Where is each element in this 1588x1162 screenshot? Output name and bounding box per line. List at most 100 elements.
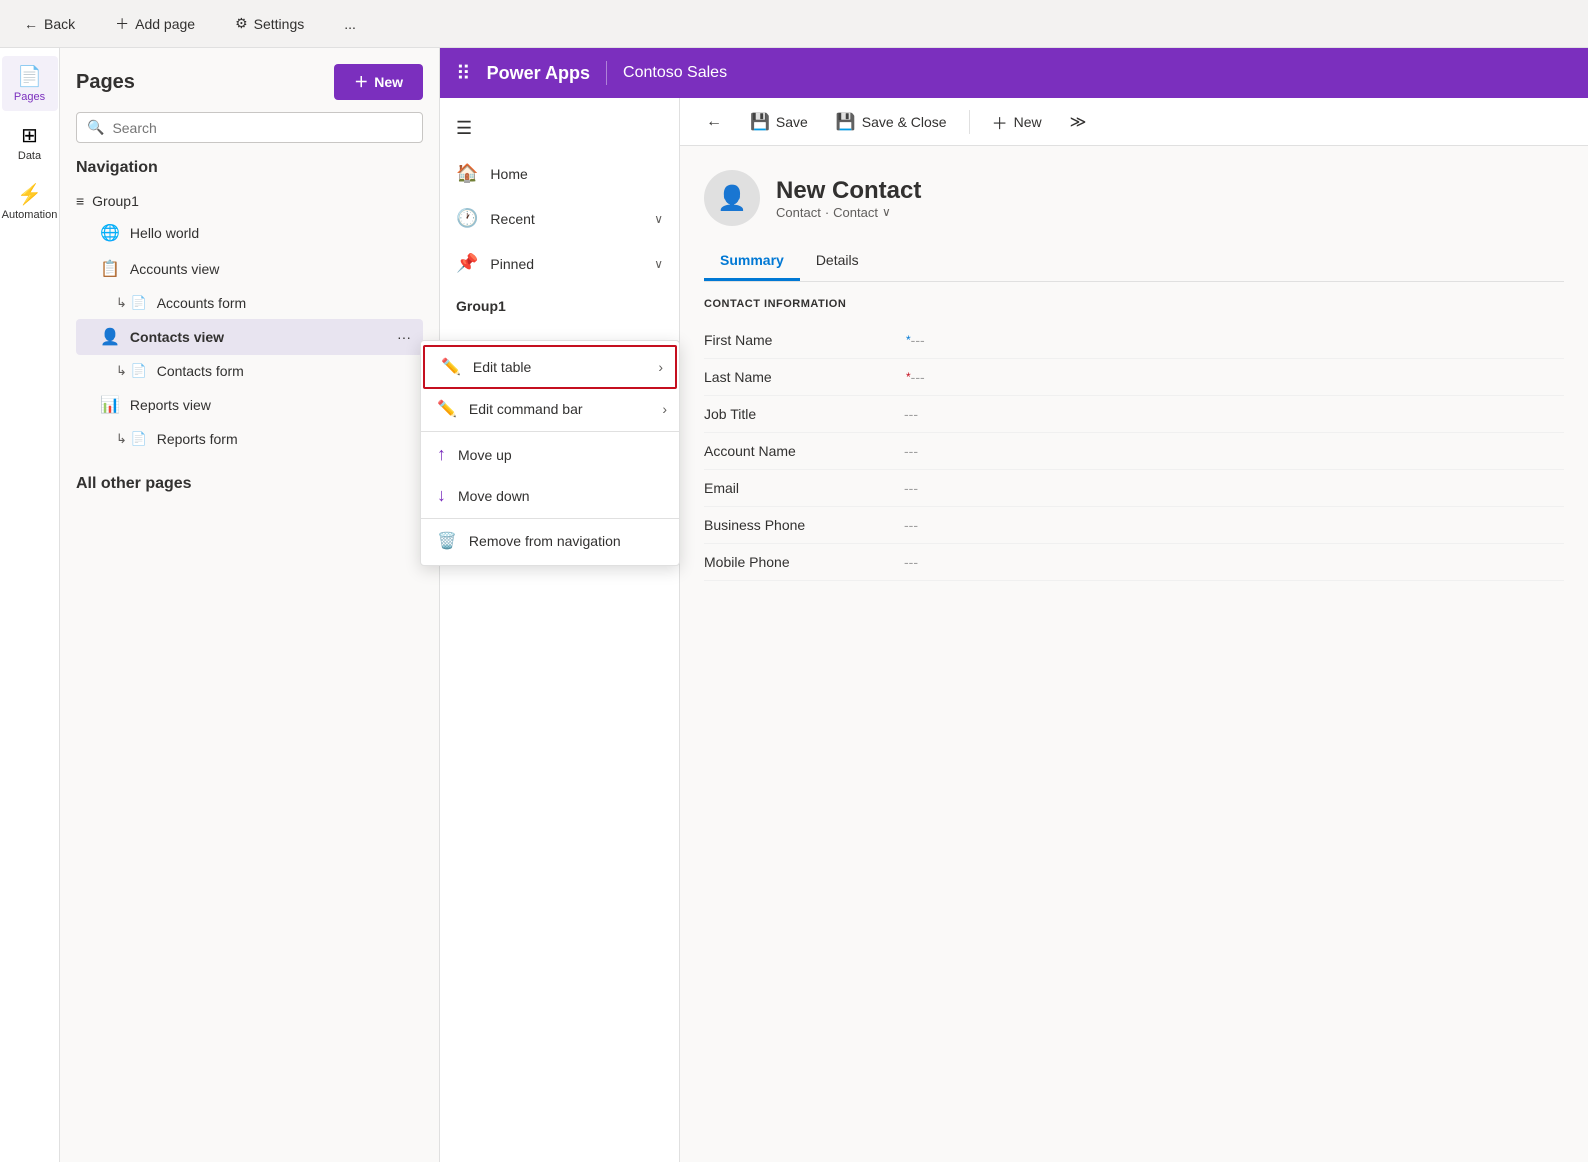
save-button[interactable]: 💾 Save: [740, 106, 818, 138]
icon-sidebar: 📄 Pages ⊞ Data ⚡ Automation: [0, 48, 60, 1162]
recent-label: Recent: [490, 211, 534, 227]
search-input[interactable]: [112, 120, 412, 136]
ctx-move-up[interactable]: ↑ Move up: [421, 434, 679, 475]
ctx-edit-table-label: Edit table: [473, 359, 531, 375]
nav-item-contacts-view[interactable]: 👤 Contacts view: [76, 319, 423, 355]
contact-sub1: Contact: [776, 205, 821, 220]
nav-item-accounts-form[interactable]: ↳ 📄 Accounts form: [76, 287, 423, 319]
pa-grid-icon: ⠿: [456, 61, 471, 86]
edit-table-icon: ✏️: [441, 357, 461, 377]
new-plus-icon: ＋: [354, 72, 368, 92]
first-name-label: First Name: [704, 332, 904, 348]
add-page-label: Add page: [135, 16, 195, 32]
ctx-move-down[interactable]: ↓ Move down: [421, 475, 679, 516]
pages-label: Pages: [14, 91, 45, 103]
mobile-phone-value[interactable]: ---: [904, 554, 1564, 570]
more-button[interactable]: ...: [336, 12, 364, 36]
pages-title: Pages: [76, 71, 135, 94]
sidebar-item-pages[interactable]: 📄 Pages: [2, 56, 58, 111]
nav-item-reports-view[interactable]: 📊 Reports view: [76, 387, 423, 423]
field-last-name: Last Name * ---: [704, 359, 1564, 396]
edit-table-arrow: ›: [658, 359, 663, 375]
edit-command-bar-icon: ✏️: [437, 399, 457, 419]
settings-button[interactable]: ⚙ Settings: [227, 11, 312, 36]
tab-summary[interactable]: Summary: [704, 242, 800, 281]
contacts-view-more-button[interactable]: ···: [389, 327, 419, 347]
save-label: Save: [776, 114, 808, 130]
accounts-view-icon: 📋: [100, 259, 120, 279]
reports-form-label: Reports form: [157, 431, 238, 447]
contact-dropdown-icon[interactable]: ∨: [882, 205, 891, 219]
app-nav-home[interactable]: 🏠 Home: [440, 151, 679, 196]
contact-dot: ·: [825, 205, 829, 220]
job-title-value[interactable]: ---: [904, 406, 1564, 422]
email-label: Email: [704, 480, 904, 496]
nav-item-accounts-view[interactable]: 📋 Accounts view: [76, 251, 423, 287]
add-page-button[interactable]: ＋ Add page: [107, 10, 203, 38]
ctx-remove-from-nav[interactable]: 🗑️ Remove from navigation: [421, 521, 679, 561]
toolbar-back-button[interactable]: ←: [696, 107, 732, 137]
business-phone-value[interactable]: ---: [904, 517, 1564, 533]
pa-divider: [606, 61, 607, 85]
back-button[interactable]: ← Back: [16, 12, 83, 36]
sidebar-item-data[interactable]: ⊞ Data: [2, 115, 58, 170]
data-label: Data: [18, 150, 41, 162]
ctx-move-up-label: Move up: [458, 447, 512, 463]
toolbar-back-icon: ←: [706, 113, 722, 131]
field-mobile-phone: Mobile Phone ---: [704, 544, 1564, 581]
navigation-title: Navigation: [76, 159, 423, 177]
pages-icon: 📄: [17, 64, 42, 89]
pinned-icon: 📌: [456, 253, 478, 274]
hamburger-button[interactable]: ☰: [440, 106, 679, 151]
contact-avatar: 👤: [704, 170, 760, 226]
nav-item-contacts-form[interactable]: ↳ 📄 Contacts form: [76, 355, 423, 387]
pages-panel: Pages ＋ New 🔍 Navigation ≡ Group1 🌐 Hell…: [60, 48, 440, 1162]
first-name-value[interactable]: ---: [911, 332, 1564, 348]
field-account-name: Account Name ---: [704, 433, 1564, 470]
save-close-icon: 💾: [836, 112, 856, 132]
contact-sub2: Contact: [833, 205, 878, 220]
new-page-button[interactable]: ＋ New: [334, 64, 423, 100]
recent-expand: Recent ∨: [490, 211, 663, 227]
email-value[interactable]: ---: [904, 480, 1564, 496]
mobile-phone-label: Mobile Phone: [704, 554, 904, 570]
ctx-separator-1: [421, 431, 679, 432]
ctx-edit-command-bar-label: Edit command bar: [469, 401, 583, 417]
contacts-view-icon: 👤: [100, 327, 120, 347]
all-other-pages-title: All other pages: [76, 475, 423, 493]
account-name-value[interactable]: ---: [904, 443, 1564, 459]
back-label: Back: [44, 16, 75, 32]
new-record-button[interactable]: ＋ New: [982, 104, 1052, 140]
account-name-label: Account Name: [704, 443, 904, 459]
toolbar-more-button[interactable]: ≫: [1060, 106, 1097, 138]
contact-info: New Contact Contact · Contact ∨: [776, 177, 921, 220]
new-record-label: New: [1014, 114, 1042, 130]
pa-site-title: Contoso Sales: [623, 64, 727, 82]
contacts-view-row: 👤 Contacts view ···: [76, 319, 423, 355]
pa-app-name: Power Apps: [487, 63, 590, 84]
sidebar-item-automation[interactable]: ⚡ Automation: [2, 174, 58, 229]
move-up-icon: ↑: [437, 444, 446, 465]
contacts-form-label: Contacts form: [157, 363, 244, 379]
reports-form-icon: ↳ 📄: [116, 431, 147, 447]
app-nav-pinned[interactable]: 📌 Pinned ∨: [440, 241, 679, 286]
tab-details[interactable]: Details: [800, 242, 875, 281]
save-close-button[interactable]: 💾 Save & Close: [826, 106, 957, 138]
accounts-form-label: Accounts form: [157, 295, 246, 311]
ctx-edit-command-bar[interactable]: ✏️ Edit command bar ›: [421, 389, 679, 429]
new-plus-icon: ＋: [992, 110, 1008, 134]
last-name-value[interactable]: ---: [911, 369, 1564, 385]
ctx-edit-table[interactable]: ✏️ Edit table ›: [423, 345, 677, 389]
pages-header: Pages ＋ New: [76, 64, 423, 100]
data-icon: ⊞: [21, 123, 38, 148]
nav-item-hello-world[interactable]: 🌐 Hello world: [76, 215, 423, 251]
reports-view-label: Reports view: [130, 397, 211, 413]
pinned-expand: Pinned ∨: [490, 256, 663, 272]
field-first-name: First Name * ---: [704, 322, 1564, 359]
contact-section-title: CONTACT INFORMATION: [704, 298, 1564, 310]
group1-label[interactable]: ≡ Group1: [76, 187, 423, 215]
field-email: Email ---: [704, 470, 1564, 507]
app-nav-recent[interactable]: 🕐 Recent ∨: [440, 196, 679, 241]
nav-item-reports-form[interactable]: ↳ 📄 Reports form: [76, 423, 423, 455]
new-page-label: New: [374, 74, 403, 90]
